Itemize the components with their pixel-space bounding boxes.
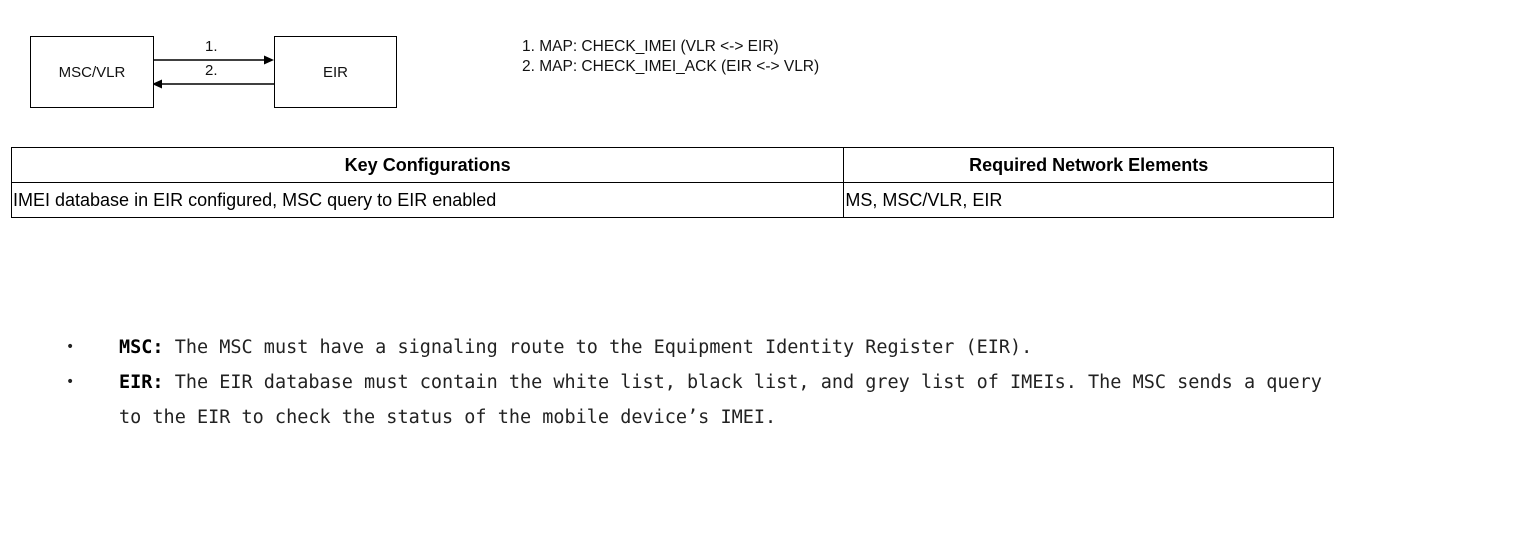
table-row: IMEI database in EIR configured, MSC que… (10, 182, 1334, 218)
note-eir-text: The EIR database must contain the white … (119, 372, 1322, 428)
requirements-list: • MSC: The MSC must have a signaling rou… (62, 330, 1322, 435)
node-msc-vlr-label: MSC/VLR (58, 63, 126, 81)
bullet-icon: • (66, 374, 75, 390)
legend-line-1: 1. MAP: CHECK_IMEI (VLR <-> EIR) (522, 38, 779, 55)
term-msc: MSC: (119, 337, 164, 358)
table-header-row: Key Configurations Required Network Elem… (10, 147, 1334, 183)
configuration-table: Key Configurations Required Network Elem… (10, 147, 1334, 218)
diagram-legend: 1. MAP: CHECK_IMEI (VLR <-> EIR) 2. MAP:… (522, 37, 819, 77)
legend-line-2: 2. MAP: CHECK_IMEI_ACK (EIR <-> VLR) (522, 58, 820, 75)
note-msc-text: The MSC must have a signaling route to t… (163, 337, 1033, 358)
signaling-diagram: MSC/VLR EIR 1. 2. (0, 0, 420, 120)
list-item-msc: • MSC: The MSC must have a signaling rou… (62, 330, 1322, 365)
header-key-configurations: Key Configurations (10, 147, 845, 183)
node-eir-label: EIR (322, 63, 348, 81)
cell-network-elements: MS, MSC/VLR, EIR (843, 182, 1334, 218)
term-eir: EIR: (119, 372, 164, 393)
node-msc-vlr: MSC/VLR (30, 36, 154, 108)
node-eir: EIR (274, 36, 397, 108)
arrowhead-right-icon (264, 55, 274, 65)
bullet-icon: • (66, 339, 75, 355)
cell-key-configuration: IMEI database in EIR configured, MSC que… (10, 182, 845, 218)
step-1-label: 1. (205, 38, 218, 55)
list-item-eir: • EIR: The EIR database must contain the… (62, 365, 1322, 435)
step-2-label: 2. (205, 62, 218, 79)
header-required-network-elements: Required Network Elements (843, 147, 1334, 183)
